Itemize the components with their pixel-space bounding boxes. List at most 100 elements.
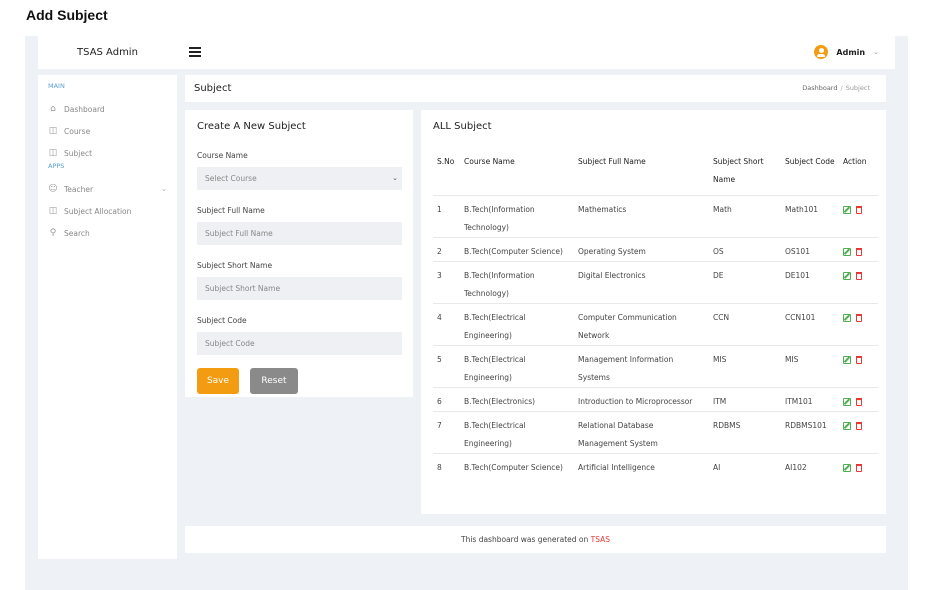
row-full-name: Relational Database Management System <box>574 410 709 453</box>
row-course: B.Tech(Electronics) <box>460 386 574 411</box>
reset-button[interactable]: Reset <box>250 368 298 394</box>
row-short-name: RDBMS <box>709 410 781 453</box>
edit-icon[interactable] <box>843 397 851 406</box>
row-sno: 3 <box>433 260 460 303</box>
delete-icon[interactable] <box>856 463 862 472</box>
header-action: Action <box>843 157 867 166</box>
row-code: Math101 <box>781 194 839 237</box>
footer-brand-link[interactable]: TSAS <box>591 535 610 544</box>
header-short-name: Subject Short Name <box>713 157 764 184</box>
full-name-label: Subject Full Name <box>197 206 265 215</box>
delete-icon[interactable] <box>856 355 862 364</box>
delete-icon[interactable] <box>856 313 862 322</box>
full-name-input[interactable]: Subject Full Name <box>197 222 402 245</box>
row-full-name: Artificial Intelligence <box>574 452 709 477</box>
course-select-value: Select Course <box>205 174 257 183</box>
sidebar: MAIN ⌂ Dashboard ◫ Course ◫ Subject APPS… <box>38 75 177 559</box>
edit-icon[interactable] <box>843 205 851 214</box>
sidebar-item-search[interactable]: ⚲ Search <box>38 222 177 244</box>
table-header-row: S.No Course Name Subject Full Name Subje… <box>433 153 878 195</box>
edit-icon[interactable] <box>843 463 851 472</box>
row-actions <box>839 386 878 411</box>
edit-icon[interactable] <box>843 355 851 364</box>
course-label: Course Name <box>197 151 248 160</box>
row-code: ITM101 <box>781 386 839 411</box>
row-actions <box>839 260 878 303</box>
sidebar-item-subject-allocation[interactable]: ◫ Subject Allocation <box>38 200 177 222</box>
row-sno: 1 <box>433 194 460 237</box>
edit-icon[interactable] <box>843 313 851 322</box>
course-select[interactable]: Select Course ⌄ <box>197 167 402 190</box>
table-row: 1 B.Tech(Information Technology) Mathemati… <box>433 194 878 237</box>
table-title: ALL Subject <box>433 121 492 132</box>
row-full-name: Mathematics <box>574 194 709 237</box>
sidebar-item-dashboard[interactable]: ⌂ Dashboard <box>38 98 177 120</box>
sidebar-item-course[interactable]: ◫ Course <box>38 120 177 142</box>
save-button[interactable]: Save <box>197 368 239 394</box>
create-subject-card: Create A New Subject Course Name Select … <box>185 110 413 397</box>
row-course: B.Tech(Information Technology) <box>460 260 574 303</box>
chevron-down-icon: ⌄ <box>392 174 398 182</box>
table-row: 2 B.Tech(Computer Science) Operating Syste… <box>433 236 878 261</box>
edit-icon[interactable] <box>843 247 851 256</box>
short-name-input[interactable]: Subject Short Name <box>197 277 402 300</box>
topbar: TSAS Admin Admin ⌄ <box>38 36 895 69</box>
breadcrumb: Dashboard / Subject <box>802 75 870 102</box>
user-name: Admin <box>836 47 866 57</box>
subject-table: S.No Course Name Subject Full Name Subje… <box>433 153 878 477</box>
book-icon: ◫ <box>48 206 58 216</box>
row-short-name: CCN <box>709 302 781 345</box>
user-avatar-icon <box>814 45 829 59</box>
row-short-name: DE <box>709 260 781 303</box>
delete-icon[interactable] <box>856 247 862 256</box>
sidebar-section-apps: APPS <box>48 162 65 170</box>
home-icon: ⌂ <box>50 104 56 114</box>
row-full-name: Computer Communication Network <box>574 302 709 345</box>
table-row: 8 B.Tech(Computer Science) Artificial Inte… <box>433 452 878 477</box>
row-course: B.Tech(Computer Science) <box>460 452 574 477</box>
row-code: MIS <box>781 344 839 387</box>
breadcrumb-dashboard[interactable]: Dashboard <box>802 84 837 92</box>
header-code: Subject Code <box>785 157 835 166</box>
delete-icon[interactable] <box>856 397 862 406</box>
row-full-name: Management Information Systems <box>574 344 709 387</box>
row-sno: 7 <box>433 410 460 453</box>
row-code: AI102 <box>781 452 839 477</box>
brand-title[interactable]: TSAS Admin <box>38 36 177 69</box>
code-input[interactable]: Subject Code <box>197 332 402 355</box>
row-sno: 8 <box>433 452 460 477</box>
page-title: Subject <box>194 83 232 94</box>
row-course: B.Tech(Electrical Engineering) <box>460 344 574 387</box>
row-full-name: Operating System <box>574 236 709 261</box>
menu-toggle-icon[interactable] <box>189 47 201 57</box>
row-course: B.Tech(Electrical Engineering) <box>460 302 574 345</box>
search-icon: ⚲ <box>49 228 57 238</box>
edit-icon[interactable] <box>843 421 851 430</box>
book-icon: ◫ <box>48 148 58 158</box>
row-short-name: MIS <box>709 344 781 387</box>
sidebar-item-teacher[interactable]: ☺ Teacher ⌄ <box>38 178 177 200</box>
row-full-name: Digital Electronics <box>574 260 709 303</box>
header-full-name: Subject Full Name <box>578 157 646 166</box>
edit-icon[interactable] <box>843 271 851 280</box>
page-heading: Add Subject <box>26 7 108 23</box>
sidebar-item-label: Dashboard <box>64 104 105 114</box>
row-actions <box>839 236 878 261</box>
footer: This dashboard was generated on TSAS <box>185 526 886 553</box>
sidebar-item-label: Subject Allocation <box>64 206 132 216</box>
row-code: CCN101 <box>781 302 839 345</box>
sidebar-section-main: MAIN <box>48 82 65 90</box>
row-actions <box>839 410 878 453</box>
sidebar-item-label: Subject <box>64 148 93 158</box>
breadcrumb-separator: / <box>840 84 843 92</box>
row-actions <box>839 452 878 477</box>
code-label: Subject Code <box>197 316 247 325</box>
table-row: 5 B.Tech(Electrical Engineering) Managemen… <box>433 344 878 387</box>
row-code: RDBMS101 <box>781 410 839 453</box>
row-course: B.Tech(Information Technology) <box>460 194 574 237</box>
user-menu[interactable]: Admin ⌄ <box>814 42 879 62</box>
delete-icon[interactable] <box>856 421 862 430</box>
delete-icon[interactable] <box>856 205 862 214</box>
delete-icon[interactable] <box>856 271 862 280</box>
row-short-name: Math <box>709 194 781 237</box>
